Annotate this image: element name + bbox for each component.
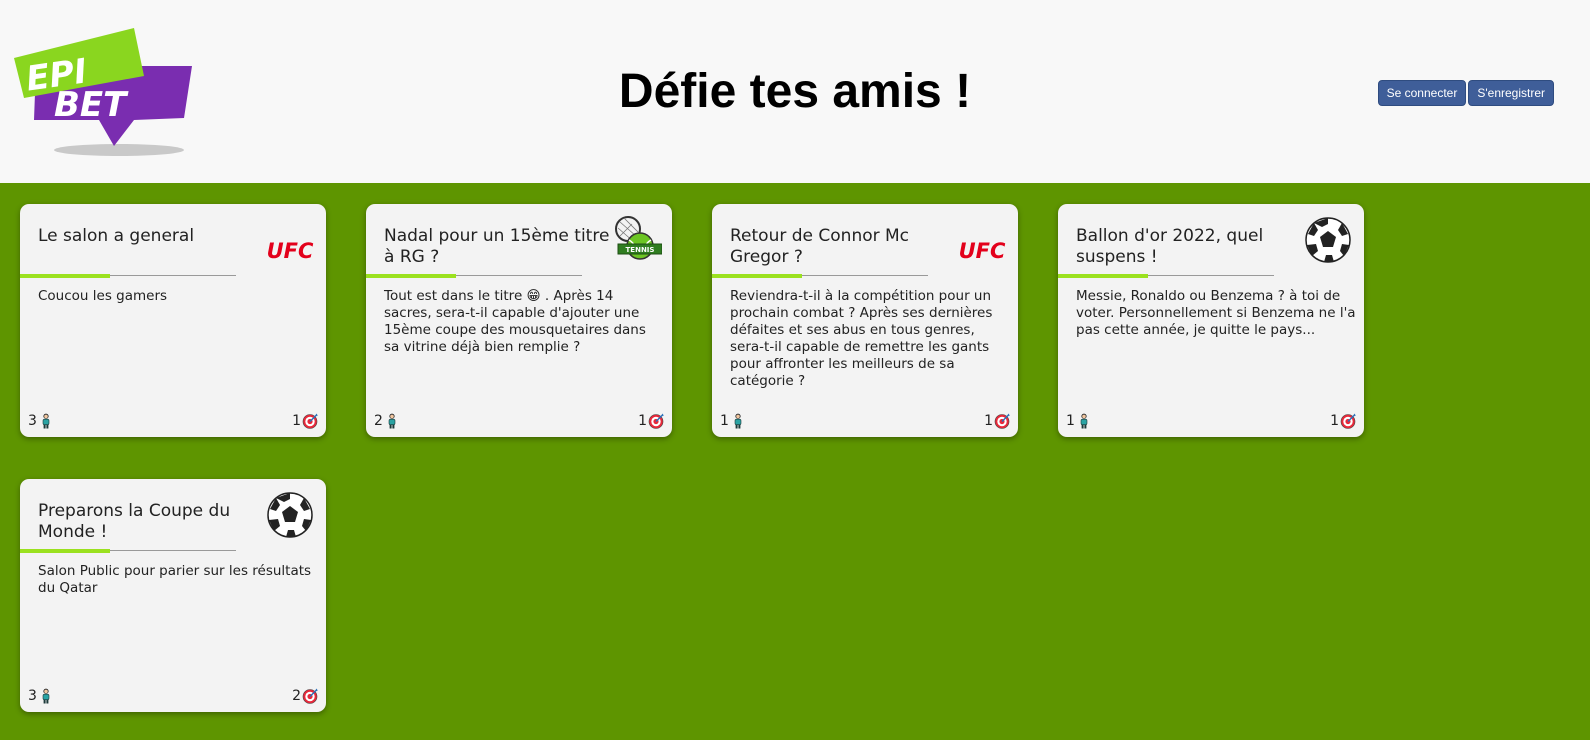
room-card[interactable]: Le salon a general UFC Coucou les gamers… xyxy=(20,204,326,437)
members-count: 3 xyxy=(28,413,54,429)
soccer-ball-icon xyxy=(264,489,316,541)
members-count: 1 xyxy=(1066,413,1092,429)
room-description: Coucou les gamers xyxy=(38,288,168,304)
svg-text:UFC: UFC xyxy=(267,239,314,263)
bets-count: 2 xyxy=(292,688,318,704)
target-icon xyxy=(994,413,1010,429)
members-count: 1 xyxy=(720,413,746,429)
card-footer: 3 1 xyxy=(28,409,318,429)
room-title: Ballon d'or 2022, quel suspens ! xyxy=(1076,226,1264,267)
person-icon xyxy=(1076,413,1092,429)
room-title: Le salon a general xyxy=(38,226,195,246)
bets-value: 1 xyxy=(292,413,301,429)
room-title: Nadal pour un 15ème titre à RG ? xyxy=(384,226,610,267)
tennis-icon xyxy=(610,214,662,266)
room-description: Messie, Ronaldo ou Benzema ? à toi de vo… xyxy=(1076,288,1356,338)
card-footer: 3 2 xyxy=(28,684,318,704)
divider-accent xyxy=(20,549,110,553)
room-description: Reviendra-t-il à la compétition pour un … xyxy=(730,288,993,389)
room-description: Salon Public pour parier sur les résulta… xyxy=(38,563,312,596)
members-count: 2 xyxy=(374,413,400,429)
soccer-ball-icon xyxy=(1302,214,1354,266)
ufc-logo-icon: UFC xyxy=(959,239,1006,263)
target-icon xyxy=(648,413,664,429)
header: EPI BET Défie tes amis ! Se connecter S'… xyxy=(0,0,1590,183)
room-description: Tout est dans le titre 😁 . Après 14 sacr… xyxy=(384,288,646,355)
bets-count: 1 xyxy=(1330,413,1356,429)
room-card[interactable]: Retour de Connor Mc Gregor ? UFC Reviend… xyxy=(712,204,1018,437)
members-value: 1 xyxy=(1066,413,1075,429)
card-footer: 1 1 xyxy=(720,409,1010,429)
divider-accent xyxy=(1058,274,1148,278)
room-title: Preparons la Coupe du Monde ! xyxy=(38,501,231,542)
register-button[interactable]: S'enregistrer xyxy=(1468,80,1554,106)
ufc-logo-icon: UFC xyxy=(267,239,314,263)
person-icon xyxy=(38,688,54,704)
target-icon xyxy=(302,413,318,429)
bets-count: 1 xyxy=(292,413,318,429)
bets-value: 1 xyxy=(984,413,993,429)
bets-count: 1 xyxy=(638,413,664,429)
person-icon xyxy=(38,413,54,429)
room-card[interactable]: Ballon d'or 2022, quel suspens ! Messie,… xyxy=(1058,204,1364,437)
room-card[interactable]: Nadal pour un 15ème titre à RG ? Tout es… xyxy=(366,204,672,437)
bets-value: 2 xyxy=(292,688,301,704)
bets-count: 1 xyxy=(984,413,1010,429)
svg-text:UFC: UFC xyxy=(959,239,1006,263)
target-icon xyxy=(1340,413,1356,429)
members-value: 2 xyxy=(374,413,383,429)
auth-buttons: Se connecter S'enregistrer xyxy=(1377,80,1554,106)
person-icon xyxy=(730,413,746,429)
members-value: 3 xyxy=(28,413,37,429)
room-card[interactable]: Preparons la Coupe du Monde ! Salon Publ… xyxy=(20,479,326,712)
members-value: 3 xyxy=(28,688,37,704)
members-value: 1 xyxy=(720,413,729,429)
divider-accent xyxy=(712,274,802,278)
card-footer: 2 1 xyxy=(374,409,664,429)
divider-accent xyxy=(20,274,110,278)
login-button[interactable]: Se connecter xyxy=(1377,80,1467,106)
bets-value: 1 xyxy=(638,413,647,429)
bets-value: 1 xyxy=(1330,413,1339,429)
person-icon xyxy=(384,413,400,429)
divider-accent xyxy=(366,274,456,278)
page-title: Défie tes amis ! xyxy=(618,65,972,118)
card-footer: 1 1 xyxy=(1066,409,1356,429)
target-icon xyxy=(302,688,318,704)
members-count: 3 xyxy=(28,688,54,704)
room-title: Retour de Connor Mc Gregor ? xyxy=(730,226,910,267)
